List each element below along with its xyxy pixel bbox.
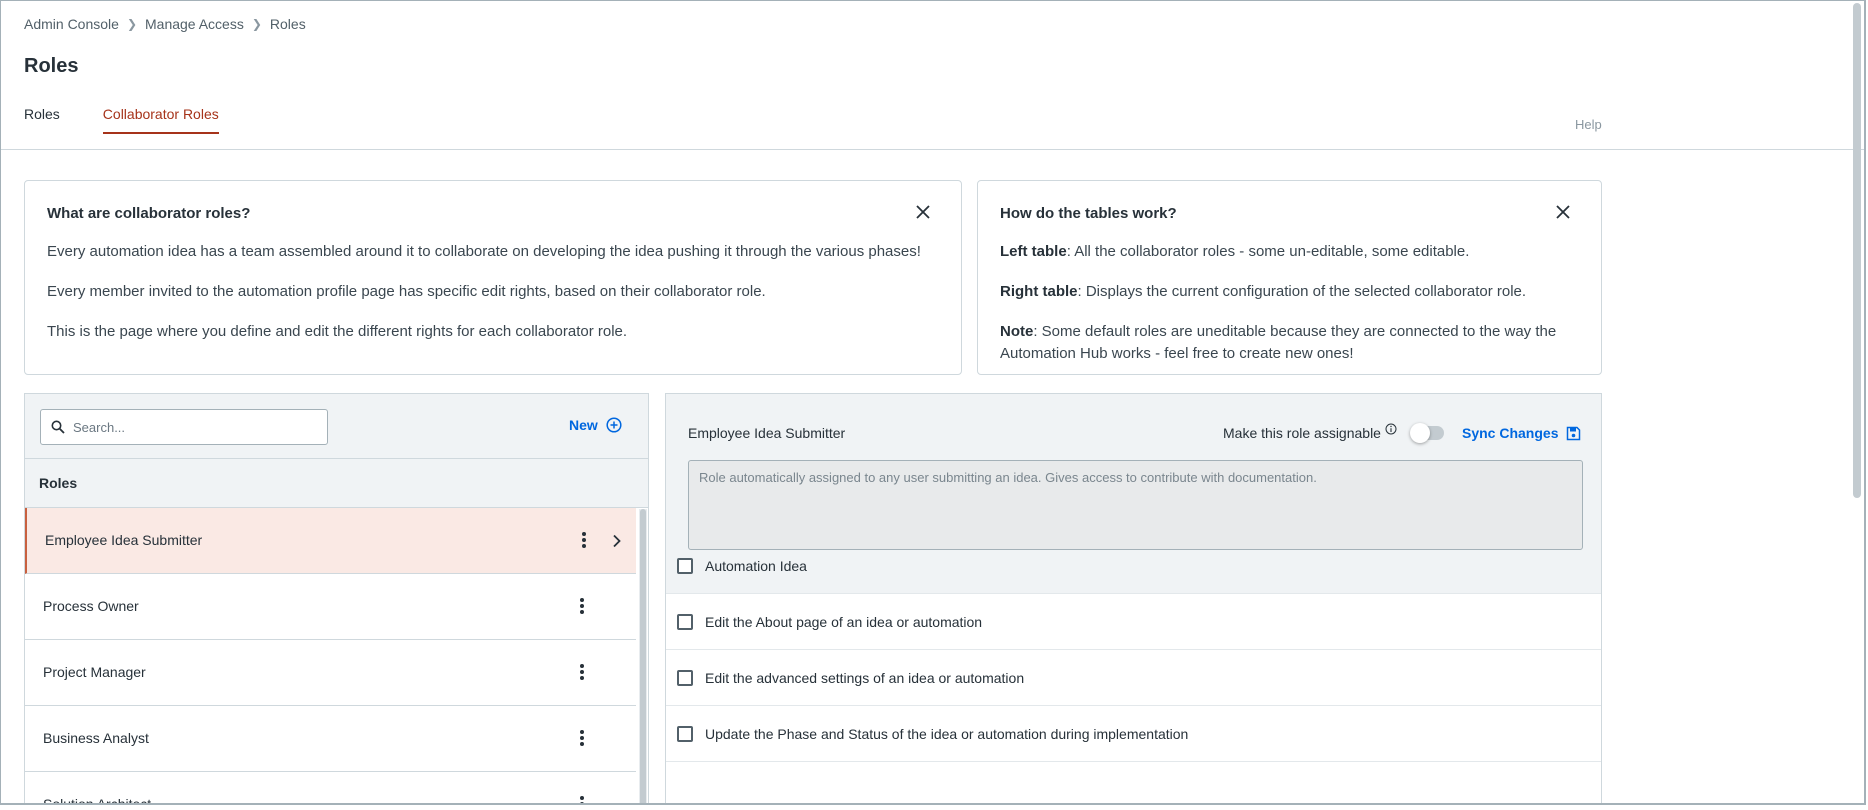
assignable-label: Make this role assignable (1223, 423, 1397, 441)
help-link[interactable]: Help (1575, 117, 1602, 132)
info-paragraph: Every automation idea has a team assembl… (47, 243, 921, 260)
info-item-left-table: Left table: All the collaborator roles -… (1000, 241, 1579, 263)
tab-roles[interactable]: Roles (24, 106, 60, 134)
close-icon[interactable] (915, 204, 931, 220)
info-item-note: Note: Some default roles are uneditable … (1000, 321, 1579, 365)
role-description-field[interactable]: Role automatically assigned to any user … (688, 460, 1583, 550)
permission-checkbox[interactable] (677, 725, 693, 742)
permission-label: Edit the About page of an idea or automa… (705, 613, 983, 630)
more-vertical-icon[interactable] (579, 663, 585, 681)
info-term: Right table (1000, 283, 1078, 300)
info-text: : All the collaborator roles - some un-e… (1066, 243, 1470, 260)
info-text: : Some default roles are uneditable beca… (1000, 323, 1557, 362)
tab-bar: Roles Collaborator Roles (24, 106, 262, 134)
info-card-title: How do the tables work? (1000, 205, 1177, 222)
info-card-tables: How do the tables work? Left table: All … (977, 180, 1602, 375)
info-icon[interactable] (1385, 423, 1397, 435)
permission-checkbox[interactable] (677, 613, 693, 630)
more-vertical-icon[interactable] (579, 795, 585, 805)
assignable-text: Make this role assignable (1223, 425, 1381, 441)
sync-changes-label: Sync Changes (1462, 425, 1559, 441)
role-name: Business Analyst (43, 730, 149, 746)
role-name: Solution Architect (43, 796, 152, 805)
role-row-business-analyst[interactable]: Business Analyst (25, 706, 636, 772)
page-scrollbar[interactable] (1853, 3, 1861, 498)
chevron-right-icon: ❯ (251, 17, 262, 31)
permission-row-edit-advanced-settings[interactable]: Edit the advanced settings of an idea or… (666, 650, 1601, 706)
permission-checkbox[interactable] (677, 669, 693, 686)
permission-label: Automation Idea (705, 557, 807, 574)
scrollbar-thumb[interactable] (640, 509, 646, 803)
permission-row-edit-about[interactable]: Edit the About page of an idea or automa… (666, 594, 1601, 650)
search-input[interactable] (73, 419, 303, 435)
breadcrumb-item-manage-access[interactable]: Manage Access (145, 16, 244, 32)
info-card-title: What are collaborator roles? (47, 205, 251, 222)
role-row-employee-idea-submitter[interactable]: Employee Idea Submitter (25, 508, 636, 574)
role-row-solution-architect[interactable]: Solution Architect (25, 772, 636, 805)
chevron-right-icon: ❯ (126, 17, 137, 31)
assignable-toggle[interactable] (1410, 423, 1444, 443)
more-vertical-icon[interactable] (581, 531, 587, 549)
info-paragraph: This is the page where you define and ed… (47, 323, 628, 340)
permission-row-more (666, 762, 1601, 803)
new-role-label: New (569, 417, 598, 433)
toggle-knob (1410, 423, 1430, 443)
more-vertical-icon[interactable] (579, 597, 585, 615)
breadcrumb: Admin Console ❯ Manage Access ❯ Roles (24, 16, 306, 32)
add-circle-icon (606, 417, 622, 433)
breadcrumb-item-roles: Roles (269, 16, 306, 32)
info-card-collaborator-roles: What are collaborator roles? Every autom… (24, 180, 962, 375)
roles-column-header: Roles (25, 459, 648, 508)
breadcrumb-item-admin-console[interactable]: Admin Console (24, 16, 119, 32)
permission-label: Edit the advanced settings of an idea or… (705, 669, 1025, 686)
role-row-project-manager[interactable]: Project Manager (25, 640, 636, 706)
detail-role-title: Employee Idea Submitter (688, 425, 846, 441)
close-icon[interactable] (1555, 204, 1571, 220)
info-paragraph: Every member invited to the automation p… (47, 283, 766, 300)
new-role-button[interactable]: New (569, 417, 622, 433)
tabs-divider (1, 149, 1864, 150)
app-frame: Admin Console ❯ Manage Access ❯ Roles Ro… (0, 0, 1866, 805)
permission-checkbox[interactable] (677, 557, 693, 574)
role-row-process-owner[interactable]: Process Owner (25, 574, 636, 640)
info-term: Note (1000, 323, 1034, 340)
role-name: Process Owner (43, 598, 139, 614)
save-icon (1567, 426, 1581, 440)
role-name: Employee Idea Submitter (45, 532, 203, 548)
permission-row-automation-idea[interactable]: Automation Idea (666, 538, 1601, 594)
search-box[interactable] (40, 409, 328, 445)
permission-label: Update the Phase and Status of the idea … (705, 725, 1189, 742)
info-text: : Displays the current configuration of … (1077, 283, 1527, 300)
tab-collaborator-roles[interactable]: Collaborator Roles (102, 106, 219, 134)
chevron-right-icon[interactable] (612, 534, 622, 548)
search-icon (51, 420, 65, 434)
page-title: Roles (24, 55, 79, 77)
info-item-right-table: Right table: Displays the current config… (1000, 281, 1579, 303)
roles-toolbar: New (25, 394, 648, 459)
role-name: Project Manager (43, 664, 146, 680)
roles-scrollbar[interactable] (639, 509, 647, 803)
permission-row-update-phase-status[interactable]: Update the Phase and Status of the idea … (666, 706, 1601, 762)
more-vertical-icon[interactable] (579, 729, 585, 747)
role-detail-panel: Employee Idea Submitter Make this role a… (665, 393, 1602, 803)
sync-changes-button[interactable]: Sync Changes (1462, 425, 1581, 441)
roles-table: New Roles Employee Idea Submitter Proces… (24, 393, 649, 805)
info-term: Left table (1000, 243, 1067, 260)
